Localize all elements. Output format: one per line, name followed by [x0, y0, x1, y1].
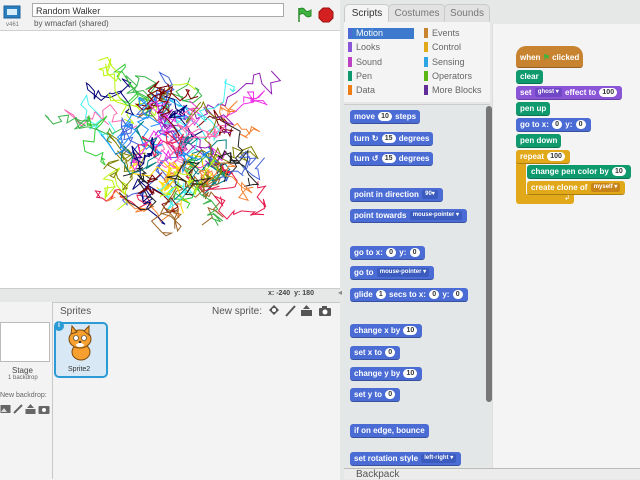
block-turn-left[interactable]: turn ↺ 15 degrees — [350, 152, 434, 166]
x-value: -240 — [276, 290, 291, 297]
category-label: Data — [356, 85, 376, 95]
category-label: Looks — [356, 42, 381, 52]
category-sound[interactable]: Sound — [348, 57, 414, 68]
tab-sounds[interactable]: Sounds — [444, 4, 490, 23]
pen-trail — [132, 178, 169, 225]
turn-left-icon: ↺ — [371, 154, 379, 163]
new-backdrop-label: New backdrop: — [0, 392, 47, 399]
category-events[interactable]: Events — [424, 28, 486, 39]
repeat-header: repeat 100 — [516, 150, 570, 164]
block-glide[interactable]: glide 1 secs to x: 0 y: 0 — [350, 288, 468, 302]
cat-sprite-icon — [68, 324, 92, 361]
block-when-flag-clicked[interactable]: when ⚑ clicked — [516, 46, 584, 68]
sprite-name-label: Sprite2 — [68, 366, 91, 373]
block-pen-up[interactable]: pen up — [516, 102, 551, 116]
green-flag-icon[interactable] — [296, 7, 312, 26]
camera-sprite-icon[interactable] — [318, 304, 332, 320]
category-label: Control — [432, 42, 462, 52]
pen-trail — [213, 181, 267, 220]
block-create-clone[interactable]: create clone of myself ▾ — [527, 181, 626, 195]
sprite-from-library-icon[interactable] — [268, 304, 280, 320]
sprites-heading: Sprites — [60, 306, 92, 317]
y-label: y: — [294, 290, 301, 297]
y-value: 180 — [302, 290, 314, 297]
block-pen-down[interactable]: pen down — [516, 134, 562, 148]
version-label: v461 — [6, 22, 20, 28]
paint-new-backdrop-icon[interactable] — [13, 404, 23, 417]
stage-thumbnail[interactable] — [0, 322, 50, 362]
block-set-rotation-style[interactable]: set rotation style left-right ▾ — [350, 452, 462, 466]
backpack-bar[interactable]: Backpack — [344, 468, 640, 480]
category-control[interactable]: Control — [424, 42, 486, 53]
sprite-info-icon[interactable]: i — [54, 321, 64, 331]
pen-trail — [82, 115, 108, 166]
x-label: x: — [268, 290, 275, 297]
backdrop-from-library-icon[interactable] — [0, 404, 11, 417]
block-clear[interactable]: clear — [516, 70, 543, 84]
category-more-blocks[interactable]: More Blocks — [424, 85, 486, 96]
upload-backdrop-icon[interactable] — [25, 404, 36, 417]
block-set-y[interactable]: set y to 0 — [350, 388, 401, 402]
block-change-x[interactable]: change x by 10 — [350, 324, 423, 338]
block-set-x[interactable]: set x to 0 — [350, 346, 401, 360]
new-sprite-label: New sprite: — [212, 306, 263, 317]
block-set-effect[interactable]: set ghost ▾ effect to 100 — [516, 86, 623, 100]
block-turn-right[interactable]: turn ↻ 15 degrees — [350, 132, 434, 146]
block-bounce[interactable]: if on edge, bounce — [350, 424, 429, 438]
upload-sprite-icon[interactable] — [300, 304, 313, 320]
camera-backdrop-icon[interactable] — [38, 404, 50, 417]
paint-new-sprite-icon[interactable] — [284, 304, 296, 320]
category-pen[interactable]: Pen — [348, 71, 414, 82]
block-point-towards[interactable]: point towards mouse-pointer ▾ — [350, 209, 468, 223]
block-go-to-xy-script[interactable]: go to x: 0 y: 0 — [516, 118, 591, 132]
category-label: Pen — [356, 71, 373, 81]
project-title-input[interactable]: Random Walker — [32, 3, 284, 17]
category-operators[interactable]: Operators — [424, 71, 486, 82]
tab-costumes[interactable]: Costumes — [388, 4, 446, 23]
repeat-loop-arrow-icon: ↲ — [516, 194, 574, 204]
stage-label: Stage — [12, 366, 33, 375]
category-data[interactable]: Data — [348, 85, 414, 96]
mouse-coordinates: x: -240 y: 180 — [268, 290, 314, 297]
category-label: Events — [432, 28, 460, 38]
stop-sign-icon[interactable] — [318, 7, 334, 26]
block-move-steps[interactable]: move 10 steps — [350, 110, 421, 124]
category-sensing[interactable]: Sensing — [424, 57, 486, 68]
backdrop-count: 1 backdrop — [8, 375, 38, 381]
pen-trail — [219, 90, 268, 118]
block-categories: Motion Events Looks Control Sound Sensin… — [344, 22, 490, 102]
project-byline: by wmacfarl (shared) — [34, 19, 109, 28]
random-walk-drawing — [44, 56, 282, 237]
category-label: Motion — [356, 28, 384, 38]
category-label: More Blocks — [432, 85, 482, 95]
tab-scripts[interactable]: Scripts — [344, 4, 390, 23]
stage-canvas[interactable] — [0, 31, 340, 289]
block-go-to-xy[interactable]: go to x: 0 y: 0 — [350, 246, 425, 260]
category-label: Sound — [356, 57, 383, 67]
category-motion[interactable]: Motion — [348, 28, 414, 39]
category-looks[interactable]: Looks — [348, 42, 414, 53]
block-change-pen-color[interactable]: change pen color by 10 — [527, 165, 631, 179]
block-change-y[interactable]: change y by 10 — [350, 367, 423, 381]
category-label: Sensing — [432, 57, 465, 67]
turn-right-icon: ↻ — [371, 134, 379, 143]
block-point-in-direction[interactable]: point in direction 90▾ — [350, 188, 443, 202]
block-go-to[interactable]: go to mouse-pointer ▾ — [350, 266, 435, 280]
category-label: Operators — [432, 71, 473, 81]
green-flag-icon: ⚑ — [542, 53, 550, 62]
